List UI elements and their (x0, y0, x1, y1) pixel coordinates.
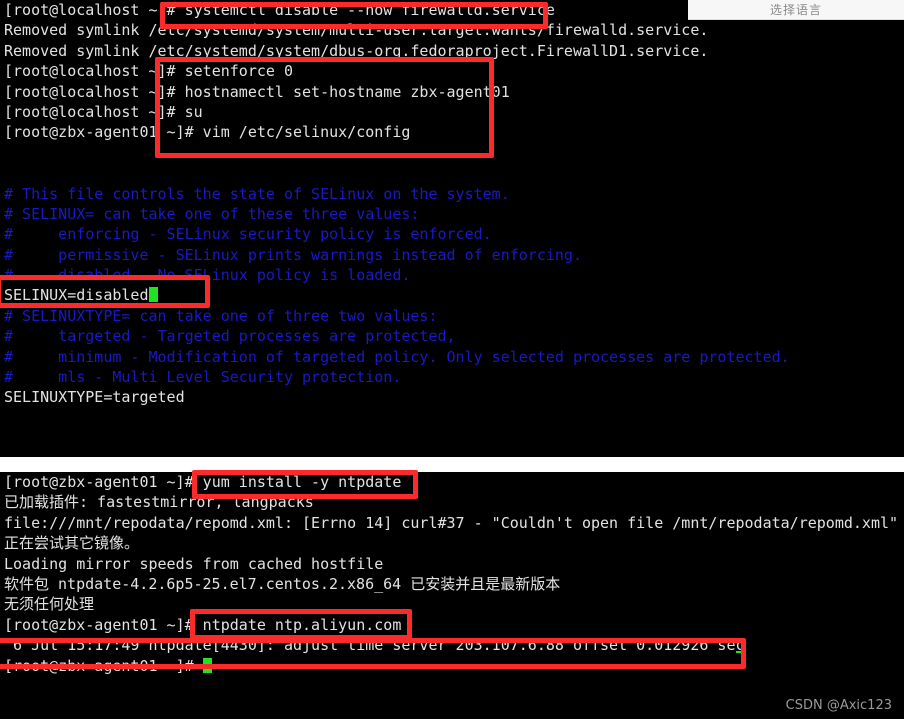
terminal-cursor (148, 287, 158, 303)
line-nothing-text: 无须任何处理 (4, 595, 95, 614)
line-removed-2-text: Removed symlink /etc/systemd/system/dbus… (4, 41, 709, 60)
line-ntpresult-text: 6 Jul 15:17:49 ntpdate[4430]: adjust tim… (4, 636, 745, 655)
terminal-cursor-underline (735, 651, 745, 654)
terminal-pane-top[interactable]: [root@localhost ~]# systemctl disable --… (0, 0, 904, 457)
line-plugins-text: 已加载插件: fastestmirror, langpacks (4, 493, 314, 512)
line-cfg-7-text: # SELINUXTYPE= can take one of three two… (4, 306, 438, 325)
line-gap-1 (4, 143, 904, 163)
line-cfg-7: # SELINUXTYPE= can take one of three two… (4, 306, 904, 326)
line-vim-text: [root@zbx-agent01 ~]# vim /etc/selinux/c… (4, 123, 411, 142)
line-removed-2: Removed symlink /etc/systemd/system/dbus… (4, 41, 904, 61)
line-errno: file:///mnt/repodata/repomd.xml: [Errno … (4, 513, 904, 533)
line-cfg-2-text: # SELINUX= can take one of these three v… (4, 204, 420, 223)
terminal-pane-bottom[interactable]: [root@zbx-agent01 ~]# yum install -y ntp… (0, 472, 904, 719)
line-ntpdate-text: [root@zbx-agent01 ~]# ntpdate ntp.aliyun… (4, 615, 402, 634)
line-tilde: ~ (4, 449, 904, 457)
line-setenforce: [root@localhost ~]# setenforce 0 (4, 61, 904, 81)
line-yum: [root@zbx-agent01 ~]# yum install -y ntp… (4, 472, 904, 492)
line-cfg-3: # enforcing - SELinux security policy is… (4, 224, 904, 244)
line-errno-text: file:///mnt/repodata/repomd.xml: [Errno … (4, 513, 899, 532)
line-hostnamectl: [root@localhost ~]# hostnamectl set-host… (4, 82, 904, 102)
line-cfg-10-text: # mls - Multi Level Security protection. (4, 368, 402, 387)
line-systemctl-text: [root@localhost ~]# systemctl disable --… (4, 1, 555, 19)
line-cfg-3-text: # enforcing - SELinux security policy is… (4, 225, 492, 244)
line-ntpresult: 6 Jul 15:17:49 ntpdate[4430]: adjust tim… (4, 635, 904, 655)
line-trying-text: 正在尝试其它镜像。 (4, 534, 140, 553)
line-cfg-1-text: # This file controls the state of SELinu… (4, 184, 510, 203)
line-removed-1-text: Removed symlink /etc/systemd/system/mult… (4, 21, 709, 40)
language-selector-bar[interactable]: 选择语言 (688, 0, 904, 20)
line-trying: 正在尝试其它镜像。 (4, 533, 904, 553)
line-cfg-12 (4, 408, 904, 428)
watermark-credit: CSDN @Axic123 (785, 698, 892, 713)
line-prompt-end-text: [root@zbx-agent01 ~]# (4, 656, 203, 675)
line-loading: Loading mirror speeds from cached hostfi… (4, 554, 904, 574)
line-loading-text: Loading mirror speeds from cached hostfi… (4, 554, 384, 573)
line-su: [root@localhost ~]# su (4, 102, 904, 122)
language-selector-label: 选择语言 (769, 3, 822, 17)
line-plugins: 已加载插件: fastestmirror, langpacks (4, 492, 904, 512)
line-removed-1: Removed symlink /etc/systemd/system/mult… (4, 20, 904, 40)
line-cfg-8: # targeted - Targeted processes are prot… (4, 326, 904, 346)
line-cfg-8-text: # targeted - Targeted processes are prot… (4, 327, 456, 346)
line-package-text: 软件包 ntpdate-4.2.6p5-25.el7.centos.2.x86_… (4, 574, 561, 593)
line-cfg-4-text: # permissive - SELinux prints warnings i… (4, 245, 582, 264)
line-nothing: 无须任何处理 (4, 594, 904, 614)
line-gap-2 (4, 163, 904, 183)
line-tilde-text: ~ (4, 450, 13, 457)
line-cfg-13 (4, 428, 904, 448)
line-cfg-2: # SELINUX= can take one of these three v… (4, 204, 904, 224)
line-cfg-9-text: # minimum - Modification of targeted pol… (4, 347, 790, 366)
pane-divider (0, 457, 904, 472)
line-cfg-9: # minimum - Modification of targeted pol… (4, 347, 904, 367)
terminal-top-line-list: [root@localhost ~]# systemctl disable --… (4, 0, 904, 457)
line-cfg-10: # mls - Multi Level Security protection. (4, 367, 904, 387)
line-cfg-1: # This file controls the state of SELinu… (4, 184, 904, 204)
terminal-cursor (202, 657, 212, 673)
line-ntpdate: [root@zbx-agent01 ~]# ntpdate ntp.aliyun… (4, 615, 904, 635)
line-cfg-4: # permissive - SELinux prints warnings i… (4, 245, 904, 265)
line-hostnamectl-text: [root@localhost ~]# hostnamectl set-host… (4, 82, 510, 101)
line-cfg-11-text: SELINUXTYPE=targeted (4, 388, 185, 407)
line-prompt-end: [root@zbx-agent01 ~]# (4, 656, 904, 676)
line-vim: [root@zbx-agent01 ~]# vim /etc/selinux/c… (4, 122, 904, 142)
line-cfg-11: SELINUXTYPE=targeted (4, 387, 904, 407)
line-cfg-6: SELINUX=disabled (4, 285, 904, 305)
line-cfg-6-text: SELINUX=disabled (4, 286, 149, 305)
line-package: 软件包 ntpdate-4.2.6p5-25.el7.centos.2.x86_… (4, 574, 904, 594)
line-cfg-5-text: # disabled - No SELinux policy is loaded… (4, 266, 411, 285)
line-cfg-5: # disabled - No SELinux policy is loaded… (4, 265, 904, 285)
terminal-bottom-line-list: [root@zbx-agent01 ~]# yum install -y ntp… (4, 472, 904, 676)
line-setenforce-text: [root@localhost ~]# setenforce 0 (4, 62, 293, 81)
line-su-text: [root@localhost ~]# su (4, 102, 203, 121)
line-yum-text: [root@zbx-agent01 ~]# yum install -y ntp… (4, 473, 402, 491)
